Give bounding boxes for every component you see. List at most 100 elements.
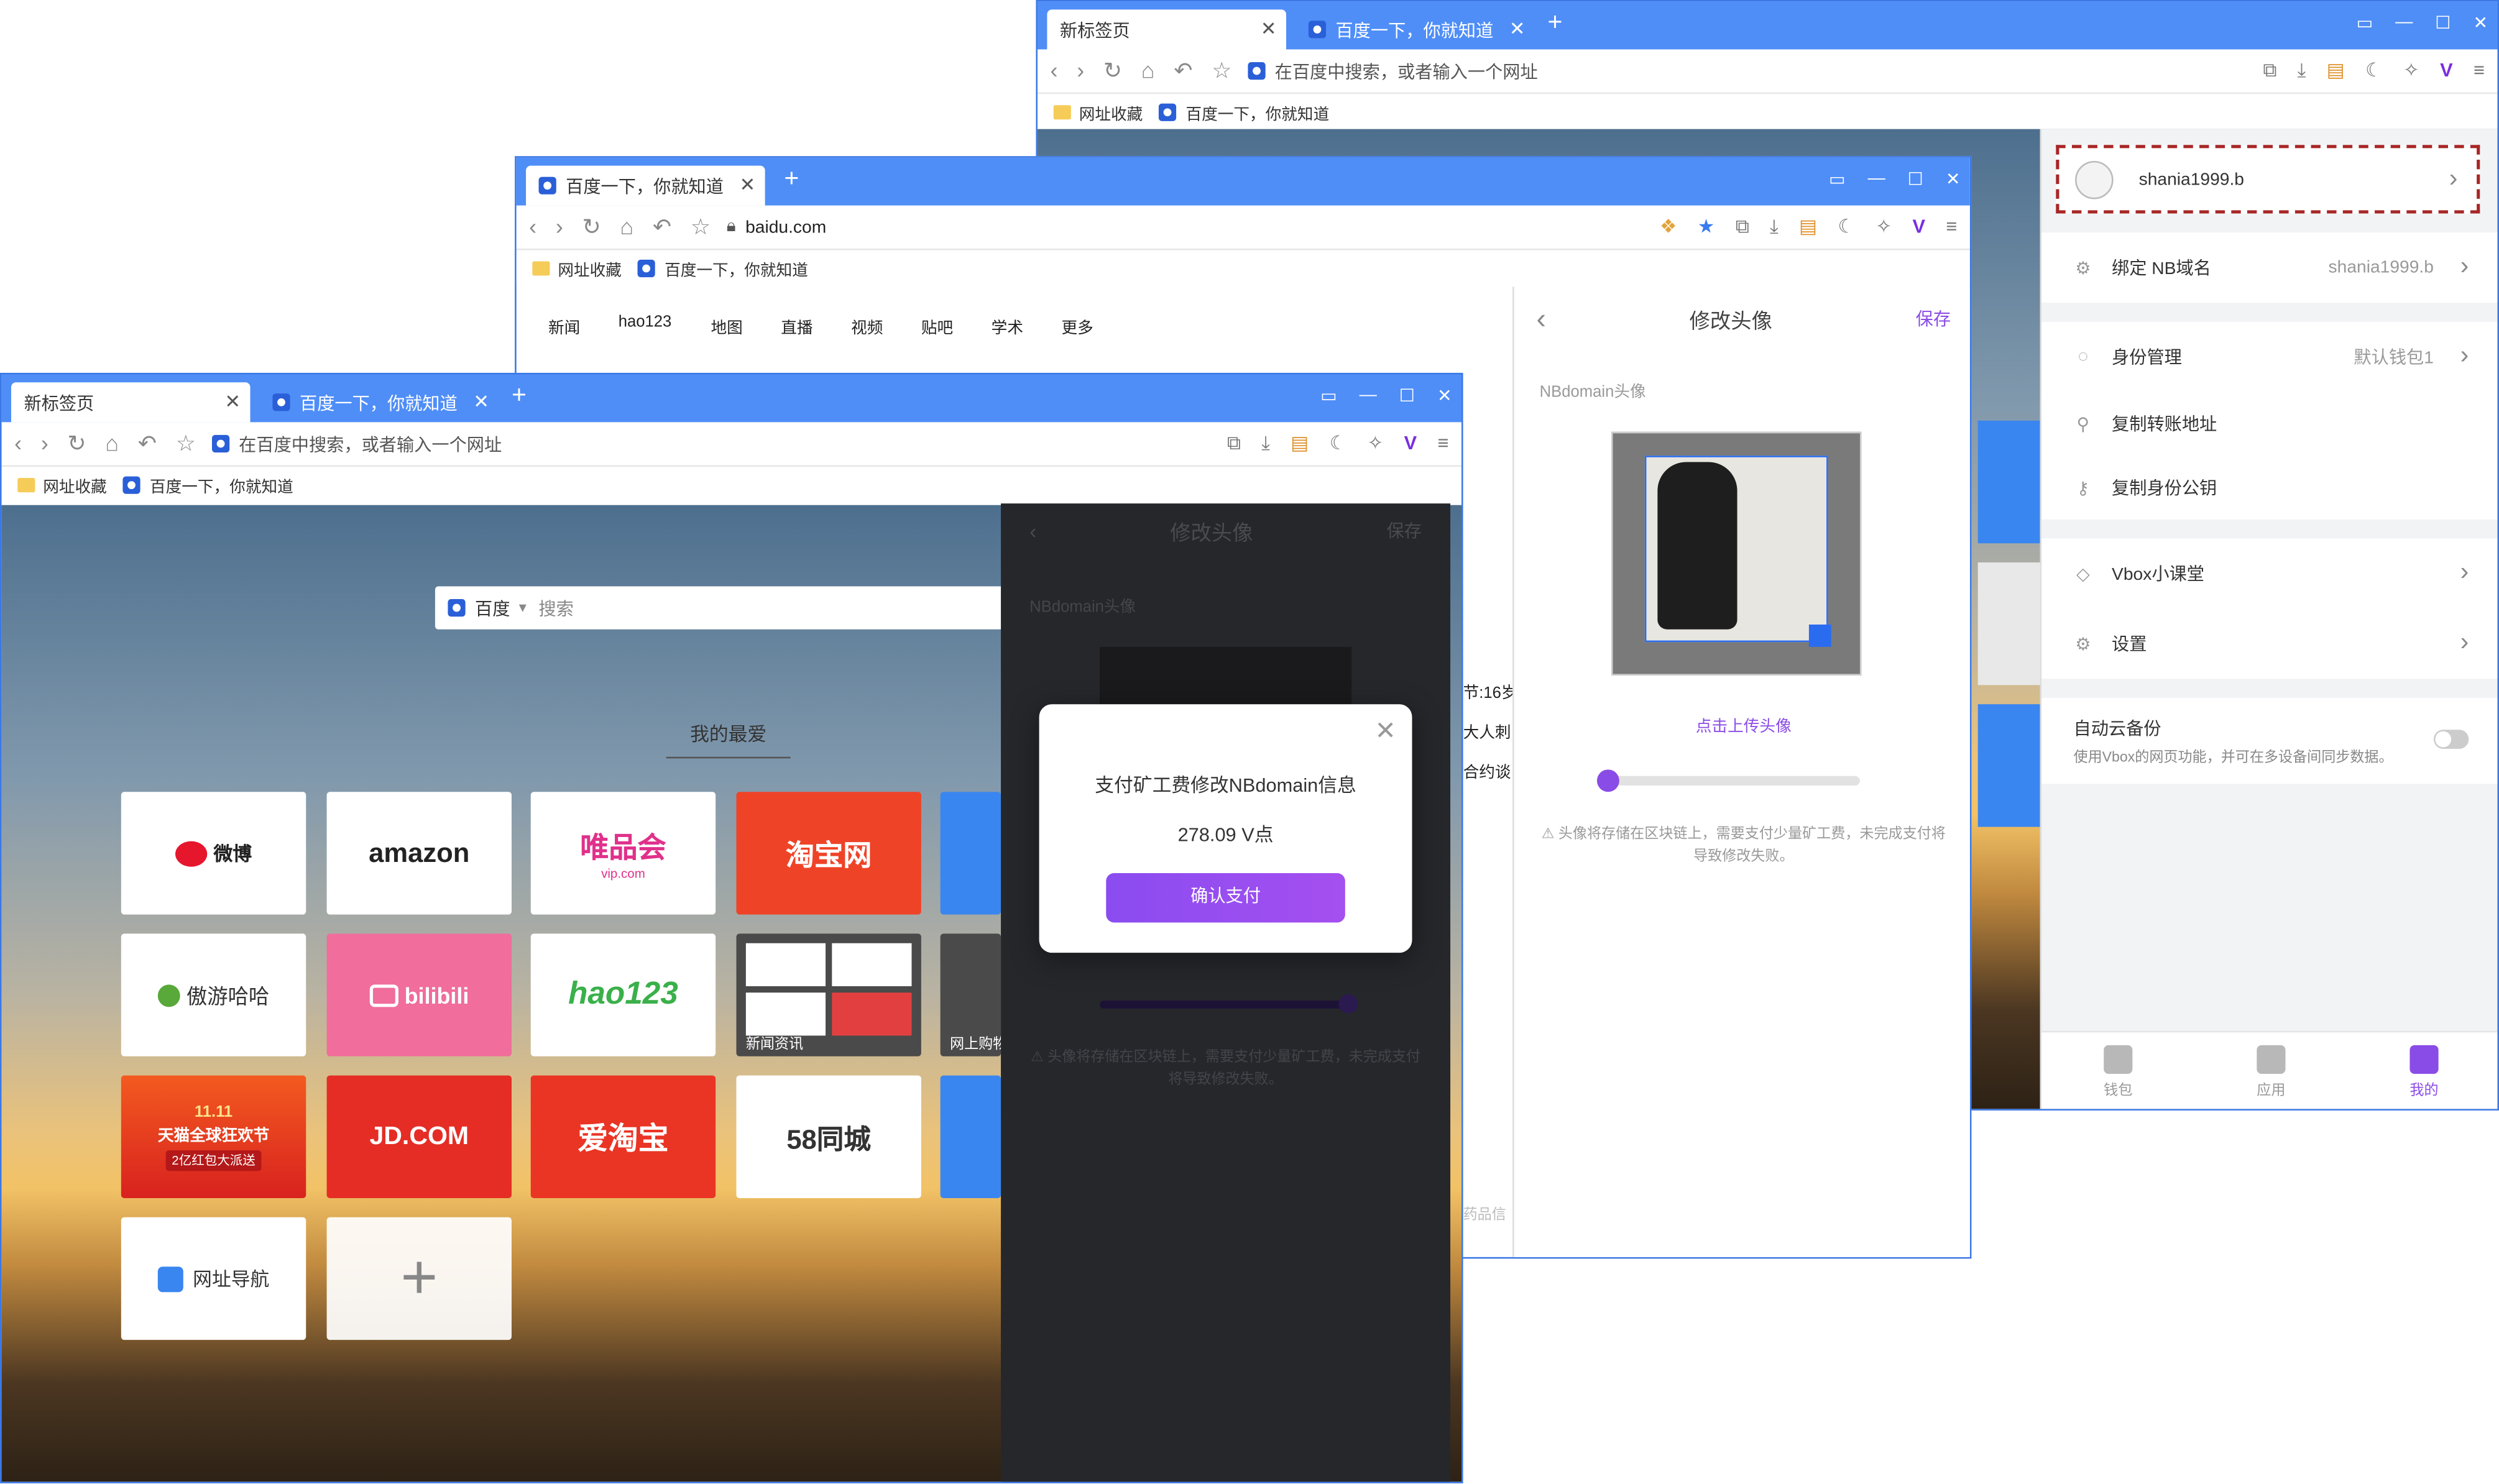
close-window-icon[interactable]: ✕ xyxy=(1437,385,1452,406)
screenshot-icon[interactable]: ⧉ xyxy=(1736,215,1749,239)
tile-vip[interactable]: 唯品会 vip.com xyxy=(530,792,716,915)
sidebar-toggle-icon[interactable]: ▭ xyxy=(1829,169,1846,190)
tab-baidu[interactable]: 百度一下，你就知道 ✕ xyxy=(1296,9,1535,49)
undo-icon[interactable]: ↶ xyxy=(653,214,671,241)
tile-tmall[interactable]: 11.11 天猫全球狂欢节 2亿红包大派送 xyxy=(121,1075,306,1198)
new-tab-icon[interactable]: + xyxy=(512,383,527,410)
forward-icon[interactable]: › xyxy=(556,214,563,241)
back-icon[interactable]: ‹ xyxy=(529,214,536,241)
reload-icon[interactable]: ↻ xyxy=(1103,57,1122,85)
vbox-icon[interactable]: V xyxy=(1404,432,1417,456)
menu-vbox-class[interactable]: ◇ Vbox小课堂 › xyxy=(2041,538,2498,609)
baidu-nav-item[interactable]: 更多 xyxy=(1061,314,1131,337)
home-icon[interactable]: ⌂ xyxy=(620,214,634,241)
night-mode-icon[interactable]: ☾ xyxy=(1330,432,1347,456)
star-icon[interactable]: ☆ xyxy=(1212,57,1231,85)
baidu-nav-item[interactable]: 直播 xyxy=(781,314,851,337)
close-tab-icon[interactable]: ✕ xyxy=(1261,17,1277,40)
account-row[interactable]: shania1999.b › xyxy=(2056,145,2480,214)
translate-icon[interactable]: ❖ xyxy=(1660,215,1677,239)
upload-avatar-link[interactable]: 点击上传头像 xyxy=(1514,712,1970,736)
close-tab-icon[interactable]: ✕ xyxy=(1509,17,1526,40)
tile-partial-blue[interactable] xyxy=(940,792,1001,915)
tile-58[interactable]: 58同城 xyxy=(736,1075,921,1198)
night-mode-icon[interactable]: ☾ xyxy=(1838,215,1855,239)
address-bar[interactable]: 在百度中搜索，或者输入一个网址 xyxy=(211,431,1227,457)
sidebar-toggle-icon[interactable]: ▭ xyxy=(1320,385,1337,406)
close-tab-icon[interactable]: ✕ xyxy=(473,390,489,413)
menu-bind-nb-domain[interactable]: ⚙ 绑定 NB域名 shania1999.b › xyxy=(2041,232,2498,303)
undo-icon[interactable]: ↶ xyxy=(1174,57,1192,85)
bookmark-folder[interactable]: 网址收藏 xyxy=(1053,99,1143,124)
notes-icon[interactable]: ▤ xyxy=(1799,215,1817,239)
new-tab-icon[interactable]: + xyxy=(784,167,799,193)
notes-icon[interactable]: ▤ xyxy=(1291,432,1309,456)
bookmark-star-icon[interactable]: ★ xyxy=(1698,215,1715,239)
new-tab-icon[interactable]: + xyxy=(1547,11,1562,37)
star-icon[interactable]: ☆ xyxy=(176,430,196,457)
tile-taobao[interactable]: 淘宝网 xyxy=(736,792,921,915)
avatar-cropper[interactable] xyxy=(1611,431,1862,676)
tile-hao123[interactable]: hao123 xyxy=(530,933,716,1056)
tab-baidu[interactable]: 百度一下，你就知道 ✕ xyxy=(526,165,765,206)
tile-aoyou[interactable]: 傲游哈哈 xyxy=(121,933,306,1056)
close-icon[interactable]: ✕ xyxy=(1375,715,1396,747)
reload-icon[interactable]: ↻ xyxy=(68,430,86,457)
nav-apps[interactable]: 应用 xyxy=(2194,1032,2347,1109)
close-window-icon[interactable]: ✕ xyxy=(2473,13,2488,34)
minimize-icon[interactable]: — xyxy=(1868,169,1885,190)
undo-icon[interactable]: ↶ xyxy=(138,430,157,457)
menu-icon[interactable]: ≡ xyxy=(1946,215,1957,239)
baidu-nav-item[interactable]: 学术 xyxy=(992,314,1062,337)
vbox-icon[interactable]: V xyxy=(1912,215,1925,239)
menu-copy-pubkey[interactable]: ⚷ 复制身份公钥 xyxy=(2041,456,2498,520)
tab-baidu[interactable]: 百度一下，你就知道 ✕ xyxy=(260,382,499,422)
tile-ai-taobao[interactable]: 爱淘宝 xyxy=(530,1075,716,1198)
download-icon[interactable]: ⤓ xyxy=(1261,432,1270,456)
search-engine-label[interactable]: 百度 xyxy=(475,595,510,621)
screenshot-icon[interactable]: ⧉ xyxy=(1227,432,1241,456)
bookmark-baidu[interactable]: 百度一下，你就知道 xyxy=(637,255,808,280)
home-icon[interactable]: ⌂ xyxy=(105,430,119,457)
tab-new-page[interactable]: 新标签页 ✕ xyxy=(11,382,251,423)
dropdown-icon[interactable]: ▼ xyxy=(517,601,529,615)
address-bar[interactable]: 在百度中搜索，或者输入一个网址 xyxy=(1248,58,2263,84)
menu-identity[interactable]: ◌ 身份管理 默认钱包1 › xyxy=(2041,321,2498,392)
maximize-icon[interactable]: ☐ xyxy=(1908,169,1923,190)
close-tab-icon[interactable]: ✕ xyxy=(224,390,241,413)
nav-me[interactable]: 我的 xyxy=(2347,1032,2497,1109)
menu-settings[interactable]: ⚙ 设置 › xyxy=(2041,608,2498,679)
nav-wallet[interactable]: 钱包 xyxy=(2041,1032,2194,1109)
menu-icon[interactable]: ≡ xyxy=(1438,432,1449,456)
back-icon[interactable]: ‹ xyxy=(1051,57,1058,85)
baidu-nav-item[interactable]: 新闻 xyxy=(548,314,619,337)
baidu-nav-item[interactable]: 视频 xyxy=(851,314,921,337)
zoom-slider[interactable] xyxy=(1596,769,1860,792)
baidu-nav-item[interactable]: hao123 xyxy=(619,314,711,337)
address-bar[interactable]: 🔒︎ baidu.com xyxy=(727,217,1660,237)
download-icon[interactable]: ⤓ xyxy=(2298,59,2306,83)
maximize-icon[interactable]: ☐ xyxy=(2435,13,2451,34)
save-button[interactable]: 保存 xyxy=(1916,306,1951,331)
bookmark-baidu[interactable]: 百度一下，你就知道 xyxy=(122,472,293,497)
close-window-icon[interactable]: ✕ xyxy=(1946,169,1961,190)
extensions-icon[interactable]: ✧ xyxy=(1368,432,1384,456)
tile-weibo[interactable]: 微博 xyxy=(121,792,306,915)
reload-icon[interactable]: ↻ xyxy=(582,214,601,241)
minimize-icon[interactable]: — xyxy=(1360,385,1377,406)
sidebar-toggle-icon[interactable]: ▭ xyxy=(2357,13,2373,34)
close-tab-icon[interactable]: ✕ xyxy=(739,173,755,196)
night-mode-icon[interactable]: ☾ xyxy=(2365,59,2383,83)
forward-icon[interactable]: › xyxy=(1077,57,1084,85)
bookmark-baidu[interactable]: 百度一下，你就知道 xyxy=(1158,99,1329,124)
tile-shopping[interactable]: 网上购物 xyxy=(940,933,1001,1056)
tile-news[interactable]: 新闻资讯 xyxy=(736,933,921,1056)
backup-toggle[interactable] xyxy=(2433,730,2469,749)
back-icon[interactable]: ‹ xyxy=(1537,302,1546,336)
minimize-icon[interactable]: — xyxy=(2395,13,2413,34)
back-icon[interactable]: ‹ xyxy=(14,430,22,457)
baidu-nav-item[interactable]: 地图 xyxy=(711,314,781,337)
notes-icon[interactable]: ▤ xyxy=(2327,59,2345,83)
home-icon[interactable]: ⌂ xyxy=(1141,57,1155,85)
baidu-nav-item[interactable]: 贴吧 xyxy=(921,314,992,337)
